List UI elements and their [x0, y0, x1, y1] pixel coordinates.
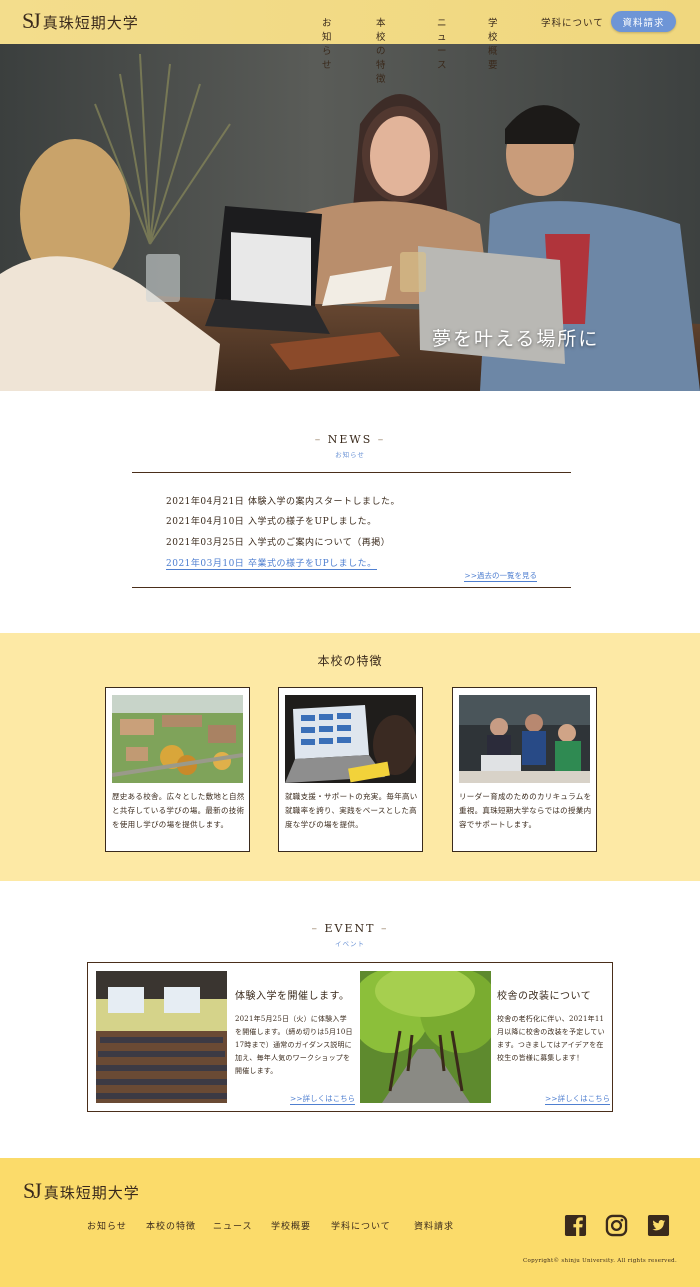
feature-text: リーダー育成のためのカリキュラムを重視。真珠短期大学ならではの授業内容でサポート… — [459, 792, 592, 829]
logo-mark: SJ — [22, 8, 41, 33]
twitter-icon[interactable] — [647, 1214, 670, 1237]
nav-item-newsfeed[interactable]: ニュース — [437, 15, 448, 71]
news-date: 2021年04月10日 — [166, 517, 245, 527]
event-list: 体験入学を開催します。 2021年5月25日（火）に体験入学を開催します。（締め… — [87, 962, 613, 1112]
news-date: 2021年04月21日 — [166, 497, 245, 507]
news-title-jp: お知らせ — [335, 451, 365, 459]
tree-path-image — [360, 971, 491, 1103]
news-text: 卒業式の様子をUPしました。 — [248, 559, 377, 569]
nav-item-features[interactable]: 本校の特徴 — [376, 15, 387, 85]
feature-text: 歴史ある校舎。広々とした敷地と自然と共存している学びの場。最新の技術を使用し学び… — [112, 792, 245, 829]
features-section: 本校の特徴 歴史ある校舎。広々とした敷地と自然と共存している学びの場。最新の技術… — [0, 633, 700, 881]
news-item-link[interactable]: 2021年03月10日 卒業式の様子をUPしました。 — [166, 556, 377, 570]
event-heading: – EVENT – イベント — [0, 922, 700, 948]
event-text: 校舎の老朽化に伴い、2021年11月以降に校舎の改装を予定しています。つきまして… — [497, 1015, 605, 1062]
hero-catchcopy: 夢を叶える場所に — [432, 328, 600, 350]
site-logo[interactable]: SJ 真珠短期大学 — [22, 8, 139, 34]
site-header: SJ 真珠短期大学 お知らせ 本校の特徴 ニュース 学校概要 学科について 資料… — [0, 0, 700, 85]
feature-card: 就職支援・サポートの充実。毎年高い就職率を誇り、実践をベースとした高度な学びの場… — [278, 687, 423, 852]
feature-card: 歴史ある校舎。広々とした敷地と自然と共存している学びの場。最新の技術を使用し学び… — [105, 687, 250, 852]
logo-name: 真珠短期大学 — [43, 1184, 140, 1202]
students-laptop-image — [459, 695, 590, 783]
instagram-icon[interactable] — [605, 1214, 628, 1237]
copyright-text: Copyright© shinju University. All rights… — [523, 1258, 678, 1264]
request-brochure-button[interactable]: 資料請求 — [611, 11, 676, 32]
nav-item-news[interactable]: お知らせ — [322, 15, 333, 71]
event-title: 体験入学を開催します。 — [235, 991, 350, 1002]
event-detail-link[interactable]: >>詳しくはこちら — [290, 1093, 356, 1105]
footer-nav-news[interactable]: お知らせ — [87, 1219, 127, 1232]
event-detail-link[interactable]: >>詳しくはこちら — [545, 1093, 611, 1105]
footer-nav-overview[interactable]: 学校概要 — [271, 1219, 311, 1232]
logo-name: 真珠短期大学 — [42, 14, 139, 32]
news-text: 入学式の様子をUPしました。 — [248, 517, 377, 527]
news-text: 入学式のご案内について（再掲） — [248, 538, 391, 548]
nav-item-overview[interactable]: 学校概要 — [488, 15, 499, 71]
event-title-jp: イベント — [335, 940, 365, 948]
event-title: 校舎の改装について — [497, 991, 592, 1002]
news-heading: – NEWS – お知らせ — [0, 433, 700, 459]
news-date: 2021年03月10日 — [166, 559, 245, 569]
news-date: 2021年03月25日 — [166, 538, 245, 548]
campus-aerial-image — [112, 695, 243, 783]
news-item[interactable]: 2021年04月21日 体験入学の案内スタートしました。 — [166, 494, 400, 507]
site-footer: SJ 真珠短期大学 お知らせ 本校の特徴 ニュース 学校概要 学科について 資料… — [0, 1158, 700, 1287]
news-title-en: NEWS — [327, 433, 373, 446]
event-text: 2021年5月25日（火）に体験入学を開催します。（締め切りは5月10日17時ま… — [235, 1015, 353, 1075]
footer-nav-request[interactable]: 資料請求 — [414, 1219, 454, 1232]
hero-section: 夢を叶える場所に — [0, 44, 700, 391]
nav-item-departments[interactable]: 学科について — [541, 15, 604, 29]
news-item[interactable]: 2021年03月25日 入学式のご案内について（再掲） — [166, 535, 390, 548]
lecture-hall-image — [96, 971, 227, 1103]
laptop-study-image — [285, 695, 416, 783]
event-title-en: EVENT — [324, 922, 376, 935]
facebook-icon[interactable] — [564, 1214, 587, 1237]
footer-nav-newsfeed[interactable]: ニュース — [213, 1219, 253, 1232]
feature-card: リーダー育成のためのカリキュラムを重視。真珠短期大学ならではの授業内容でサポート… — [452, 687, 597, 852]
news-item[interactable]: 2021年04月10日 入学式の様子をUPしました。 — [166, 514, 377, 527]
footer-nav-features[interactable]: 本校の特徴 — [146, 1219, 196, 1232]
logo-mark: SJ — [23, 1178, 42, 1203]
news-list: 2021年04月21日 体験入学の案内スタートしました。 2021年04月10日入… — [132, 472, 571, 588]
news-text: 体験入学の案内スタートしました。 — [248, 497, 401, 507]
footer-nav-departments[interactable]: 学科について — [331, 1219, 391, 1232]
features-title: 本校の特徴 — [317, 654, 383, 668]
news-archive-link[interactable]: >>過去の一覧を見る — [464, 570, 537, 582]
feature-text: 就職支援・サポートの充実。毎年高い就職率を誇り、実践をベースとした高度な学びの場… — [285, 792, 418, 829]
footer-logo[interactable]: SJ 真珠短期大学 — [23, 1178, 140, 1204]
